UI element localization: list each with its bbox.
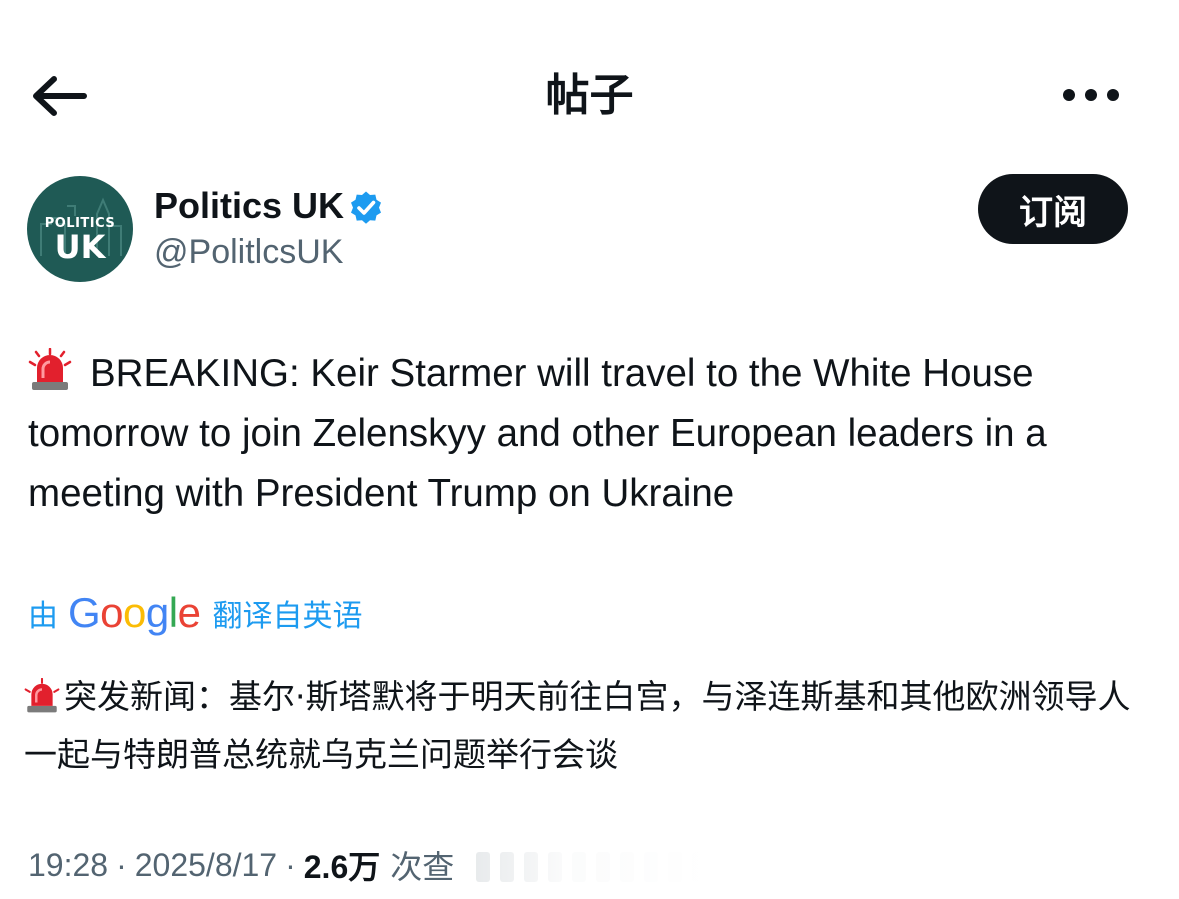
tweet-text-body: BREAKING: Keir Starmer will travel to th…: [28, 352, 1047, 515]
post-meta: 19:28 · 2025/8/17 · 2.6万 次查: [28, 840, 454, 890]
rotating-light-icon: [24, 678, 60, 713]
translation-attribution[interactable]: 由 Google 翻译自英语: [28, 588, 362, 638]
author-handle[interactable]: @PolitlcsUK: [154, 230, 343, 274]
post-date: 2025/8/17: [134, 846, 278, 883]
verified-badge-icon: [351, 191, 381, 224]
views-count[interactable]: 2.6万: [304, 842, 381, 888]
translated-by-label: 由: [28, 599, 58, 634]
subscribe-button[interactable]: 订阅: [978, 174, 1128, 244]
more-options-button[interactable]: [1062, 78, 1126, 112]
google-logo: Google: [68, 589, 201, 636]
post-time: 19:28: [28, 846, 109, 883]
avatar[interactable]: POLITICS UK: [27, 176, 133, 282]
translated-text-body: 突发新闻：基尔·斯塔默将于明天前往白宫，与泽连斯基和其他欧洲领导人一起与特朗普总…: [24, 677, 1131, 774]
more-horizontal-icon: [1063, 89, 1119, 101]
obscured-overlay: [470, 846, 710, 886]
page-title: 帖子: [545, 70, 634, 121]
tweet-text: BREAKING: Keir Starmer will travel to th…: [28, 344, 1153, 524]
translated-from-label: 翻译自英语: [212, 599, 363, 634]
rotating-light-icon: [28, 348, 72, 390]
translated-text: 突发新闻：基尔·斯塔默将于明天前往白宫，与泽连斯基和其他欧洲领导人一起与特朗普总…: [24, 668, 1159, 784]
meta-separator: ·: [116, 846, 127, 883]
views-label: 次查: [390, 849, 455, 885]
avatar-text-uk: UK: [54, 228, 106, 266]
author-name[interactable]: Politics UK: [154, 184, 344, 228]
meta-separator: ·: [285, 846, 296, 883]
post-detail-page: 帖子 POLITICS UK Politics UK @PolitlcsUK 订…: [0, 0, 1179, 899]
